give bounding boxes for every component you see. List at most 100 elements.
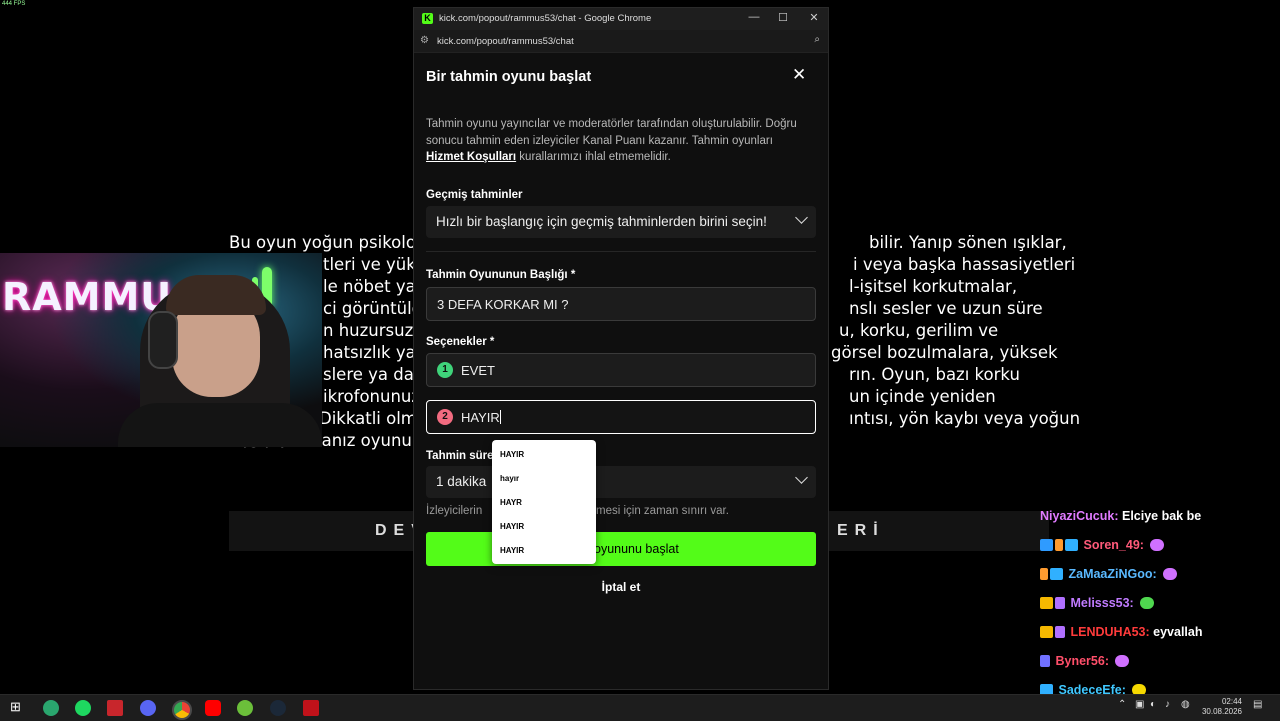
headset [148, 311, 178, 369]
game-line-left: tleri ve yük [323, 255, 416, 274]
terms-link[interactable]: Hizmet Koşulları [426, 151, 516, 163]
network-icon[interactable]: ◍ [1181, 699, 1190, 710]
zoom-icon[interactable]: ⌕ [814, 34, 820, 45]
maximize-button[interactable]: ☐ [773, 11, 793, 24]
emote-icon [1140, 597, 1155, 609]
divider [426, 251, 816, 252]
option-2-badge: 2 [437, 409, 453, 425]
voicemeeter-icon[interactable] [107, 700, 123, 716]
prediction-title-value: 3 DEFA KORKAR MI ? [437, 297, 569, 312]
chat-username: LENDUHA53: [1070, 625, 1150, 639]
option-1-input[interactable]: 1 EVET [426, 353, 816, 387]
duration-select[interactable]: 1 dakika [426, 466, 816, 498]
option-1-value: EVET [461, 363, 495, 378]
crown-badge-icon [1040, 626, 1053, 638]
chat-text: Elciye bak be [1121, 509, 1202, 523]
autocomplete-item[interactable]: HAYR [500, 498, 522, 507]
past-predictions-label: Geçmiş tahminler [426, 189, 523, 201]
windows-start-icon[interactable]: ⊞ [10, 699, 26, 715]
clock-time: 02:44 [1221, 697, 1242, 706]
start-prediction-button[interactable]: oyununu başlat [426, 532, 816, 566]
steam-icon[interactable] [270, 700, 286, 716]
game-line-right: u, korku, gerilim ve [839, 321, 999, 340]
autocomplete-item[interactable]: HAYIR [500, 546, 524, 555]
game-line-mid: sanız oyunu [313, 431, 412, 450]
game-line-left: ci görüntüle [323, 299, 422, 318]
webcam-overlay: RAMMU [0, 253, 322, 447]
chrome-icon[interactable] [172, 700, 192, 720]
url-text[interactable]: kick.com/popout/rammus53/chat [437, 36, 574, 47]
notification-icon[interactable]: ▤ [1253, 699, 1262, 710]
emote-icon [1115, 655, 1130, 667]
game-line-left: ikrofonunuz [323, 387, 421, 406]
discord-icon[interactable] [140, 700, 156, 716]
window-close-button[interactable]: ✕ [804, 11, 824, 24]
modal-title: Bir tahmin oyunu başlat [426, 69, 592, 85]
prediction-title-label: Tahmin Oyununun Başlığı * [426, 269, 576, 281]
chrome-popup-window: K kick.com/popout/rammus53/chat - Google… [413, 7, 829, 690]
game-line-left: le nöbet ya [323, 277, 416, 296]
tray-icon[interactable]: ▣ [1135, 699, 1144, 710]
game-menu-right: ERİ [837, 522, 885, 539]
streamer-hair [166, 275, 266, 315]
badge-icon [1040, 568, 1048, 580]
minimize-button[interactable]: — [744, 11, 764, 23]
game-line-right: görsel bozulmalara, yüksek [831, 343, 1058, 362]
app-icon[interactable] [237, 700, 253, 716]
tray-chevron-icon[interactable]: ⌃ [1118, 699, 1126, 710]
options-label: Seçenekler * [426, 336, 495, 348]
game-line-right: nslı sesler ve uzun süre [849, 299, 1043, 318]
duration-value: 1 dakika [436, 474, 487, 489]
game-line-right: l-işitsel korkutmalar, [849, 277, 1018, 296]
game-line-left: Dikkatli olm [319, 409, 417, 428]
badge-icon [1055, 539, 1063, 551]
chat-username: Soren_49: [1083, 538, 1144, 552]
clock-date: 30.08.2026 [1201, 707, 1242, 716]
windows-taskbar: ⊞ ⌃ ▣ ◐ ♪ ◍ 02:44 30.08.2026 ▤ [0, 694, 1280, 721]
text-caret [499, 410, 501, 424]
chevron-down-icon [795, 471, 808, 484]
youtube-icon[interactable] [205, 700, 221, 716]
app-icon[interactable] [303, 700, 319, 716]
game-line-left: Bu oyun yoğun psikolo [229, 233, 416, 252]
app-icon[interactable] [43, 700, 59, 716]
option-2-input[interactable]: 2 HAYIR [426, 400, 816, 434]
past-predictions-select[interactable]: Hızlı bir başlangıç için geçmiş tahminle… [426, 206, 816, 238]
fps-counter: 444 FPS [2, 1, 26, 7]
chat-message: Melisss53: [1040, 596, 1155, 618]
taskbar-clock[interactable]: 02:44 30.08.2026 [1202, 697, 1242, 717]
duration-hint-right: mesi için zaman sınırı var. [596, 505, 729, 517]
chat-username: ZaMaaZiNGoo: [1068, 567, 1157, 581]
chat-username: NiyaziCucuk: [1040, 509, 1119, 523]
modal-description: Tahmin oyunu yayıncılar ve moderatörler … [426, 118, 797, 163]
duration-label: Tahmin süre [426, 450, 494, 462]
spotify-icon[interactable] [75, 700, 91, 716]
game-line-right: bilir. Yanıp sönen ışıklar, [869, 233, 1067, 252]
chat-message: Byner56: [1040, 654, 1130, 676]
autocomplete-item[interactable]: HAYIR [500, 450, 524, 459]
address-bar[interactable]: ⚙ kick.com/popout/rammus53/chat ⌕ [414, 30, 828, 53]
game-line-left: hatsızlık ya [323, 343, 416, 362]
autocomplete-item[interactable]: HAYIR [500, 522, 524, 531]
autocomplete-item[interactable]: hayır [500, 474, 519, 483]
site-settings-icon[interactable]: ⚙ [420, 35, 429, 46]
kick-favicon-icon: K [422, 13, 433, 24]
chat-message: LENDUHA53: eyvallah [1040, 625, 1203, 647]
tray-icon[interactable]: ◐ [1150, 699, 1156, 710]
chat-message: Soren_49: [1040, 538, 1165, 560]
modal-close-icon[interactable]: ✕ [792, 65, 806, 85]
duration-hint-left: İzleyicilerin [426, 505, 483, 517]
badge-icon [1055, 626, 1065, 638]
chat-username: Melisss53: [1070, 596, 1134, 610]
volume-icon[interactable]: ♪ [1165, 699, 1170, 710]
cancel-button[interactable]: İptal et [414, 580, 828, 594]
badge-icon [1055, 597, 1065, 609]
window-titlebar[interactable]: K kick.com/popout/rammus53/chat - Google… [414, 8, 828, 30]
emote-icon [1150, 539, 1165, 551]
prediction-title-input[interactable]: 3 DEFA KORKAR MI ? [426, 287, 816, 321]
option-1-badge: 1 [437, 362, 453, 378]
badge-icon [1065, 539, 1078, 551]
past-predictions-placeholder: Hızlı bir başlangıç için geçmiş tahminle… [436, 214, 767, 229]
crown-badge-icon [1040, 597, 1053, 609]
streamer-shirt [118, 403, 322, 447]
